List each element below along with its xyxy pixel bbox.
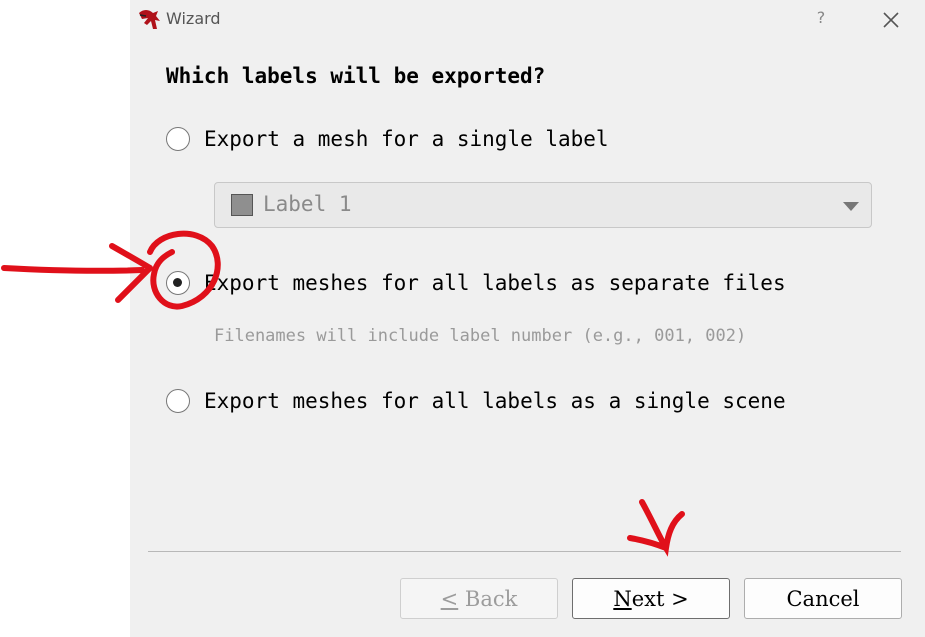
- chevron-down-icon: [843, 202, 859, 211]
- cancel-button-label: Cancel: [786, 586, 860, 611]
- option-single-label[interactable]: Export a mesh for a single label: [166, 124, 609, 154]
- option-label: Export meshes for all labels as a single…: [204, 389, 786, 413]
- option-single-scene[interactable]: Export meshes for all labels as a single…: [166, 386, 786, 416]
- radio-single-label[interactable]: [166, 127, 190, 151]
- option-label: Export a mesh for a single label: [204, 127, 609, 151]
- app-logo-icon: [139, 10, 160, 29]
- back-button-label: < Back: [440, 586, 518, 611]
- option-separate-files[interactable]: Export meshes for all labels as separate…: [166, 268, 786, 298]
- next-button[interactable]: Next >: [572, 578, 730, 619]
- option-label: Export meshes for all labels as separate…: [204, 271, 786, 295]
- page-title: Which labels will be exported?: [166, 64, 546, 88]
- wizard-dialog: Wizard ? Which labels will be exported? …: [130, 0, 925, 637]
- cancel-button[interactable]: Cancel: [744, 578, 902, 619]
- window-title: Wizard: [166, 9, 221, 28]
- help-button[interactable]: ?: [810, 8, 832, 30]
- radio-separate-files[interactable]: [166, 271, 190, 295]
- radio-single-scene[interactable]: [166, 389, 190, 413]
- back-button[interactable]: < Back: [400, 578, 558, 619]
- hint-text: Filenames will include label number (e.g…: [214, 326, 747, 346]
- label-color-swatch: [231, 194, 253, 216]
- label-select[interactable]: Label 1: [214, 182, 872, 228]
- annotation-arrow: [1, 243, 153, 303]
- next-button-label: Next >: [613, 586, 689, 611]
- label-select-value: Label 1: [263, 192, 352, 216]
- divider: [148, 551, 901, 552]
- title-bar: Wizard ?: [130, 0, 925, 40]
- close-icon[interactable]: [876, 5, 906, 35]
